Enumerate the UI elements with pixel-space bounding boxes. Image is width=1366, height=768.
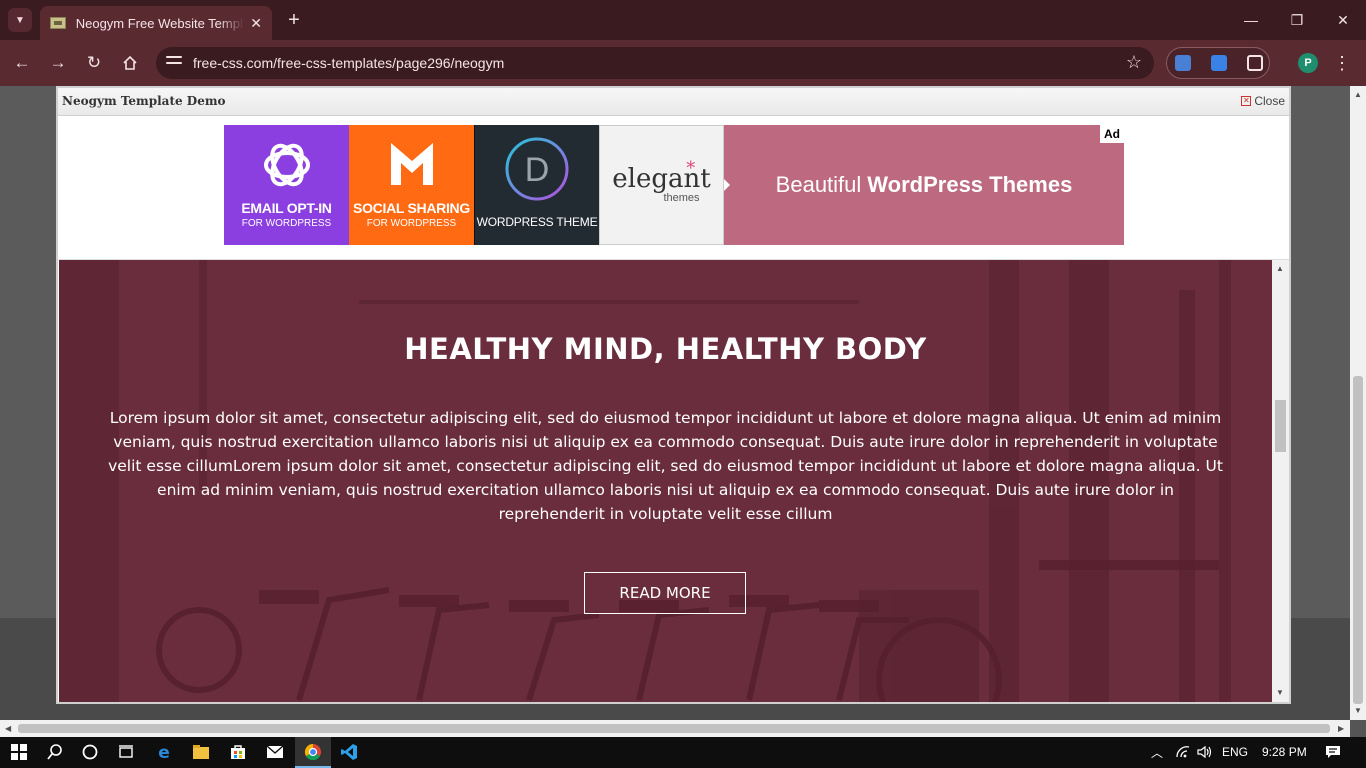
browser-tab[interactable]: Neogym Free Website Template ✕: [40, 6, 272, 40]
ad-tile-social-sharing[interactable]: SOCIAL SHARING FOR WORDPRESS: [349, 125, 474, 245]
ad-tile1-heading: EMAIL OPT-IN: [241, 200, 332, 216]
site-favicon-icon: [50, 17, 66, 29]
modal-title: Neogym Template Demo: [62, 94, 226, 108]
modal-vertical-scrollbar[interactable]: ▲ ▼: [1272, 260, 1289, 702]
windows-start-icon[interactable]: [8, 741, 30, 763]
ad-tile2-heading: SOCIAL SHARING: [353, 200, 470, 216]
ad-tile2-sub: FOR WORDPRESS: [366, 218, 457, 229]
notifications-icon[interactable]: [1322, 741, 1344, 763]
svg-text:D: D: [525, 151, 550, 189]
site-info-icon[interactable]: [166, 56, 182, 70]
svg-text:e: e: [158, 743, 170, 761]
chevron-down-icon: ▼: [15, 14, 25, 26]
ad-tile3-heading: WORDPRESS THEME: [476, 215, 598, 229]
back-button[interactable]: ←: [10, 51, 34, 75]
tray-chevron-up-icon[interactable]: ︿: [1146, 741, 1168, 763]
chrome-icon[interactable]: [302, 741, 324, 763]
address-bar[interactable]: free-css.com/free-css-templates/page296/…: [156, 47, 1154, 79]
scroll-left-arrow-icon[interactable]: ◀: [5, 724, 11, 733]
language-indicator[interactable]: ENG: [1222, 745, 1248, 759]
puzzle-extensions-icon[interactable]: [1247, 55, 1263, 71]
template-demo-modal: Neogym Template Demo ✕ Close EMAIL OPT-I…: [56, 86, 1291, 704]
windows-taskbar: e ︿ ENG 9:28 PM: [0, 737, 1366, 768]
modal-header: Neogym Template Demo ✕ Close: [58, 88, 1289, 116]
ad-badge[interactable]: Ad: [1100, 125, 1124, 143]
ad-tile1-sub: FOR WORDPRESS: [241, 218, 332, 229]
docs-extension-icon[interactable]: [1211, 55, 1227, 71]
ad-tile-elegant-logo[interactable]: elegant * themes: [599, 125, 724, 245]
reload-button[interactable]: ↻: [82, 51, 106, 75]
home-button[interactable]: [118, 51, 142, 75]
scroll-right-arrow-icon[interactable]: ▶: [1338, 724, 1344, 733]
divi-d-icon: D: [505, 137, 569, 201]
more-menu-icon[interactable]: ⋮: [1332, 53, 1352, 73]
ad-main-bold: WordPress Themes: [867, 172, 1073, 197]
bookmark-star-icon[interactable]: ☆: [1126, 52, 1142, 73]
clock-time[interactable]: 9:28 PM: [1262, 745, 1307, 759]
cortana-icon[interactable]: [79, 741, 101, 763]
page-hscroll-thumb[interactable]: [18, 724, 1330, 733]
ad-main-banner[interactable]: Beautiful WordPress Themes Ad: [724, 125, 1124, 245]
elegant-brand-word: elegant: [612, 164, 711, 194]
ad-tile-email-optin[interactable]: EMAIL OPT-IN FOR WORDPRESS: [224, 125, 349, 245]
vscode-icon[interactable]: [338, 741, 360, 763]
scroll-down-arrow-icon[interactable]: ▼: [1354, 706, 1362, 715]
page-scroll-thumb[interactable]: [1353, 376, 1363, 704]
hero-body-text: Lorem ipsum dolor sit amet, consectetur …: [108, 409, 1223, 523]
hero-title: HEALTHY MIND, HEALTHY BODY: [404, 332, 927, 366]
profile-avatar[interactable]: P: [1298, 53, 1318, 73]
tab-search-button[interactable]: ▼: [8, 8, 32, 32]
mail-icon[interactable]: [264, 741, 286, 763]
asterisk-icon: *: [686, 158, 696, 179]
modal-close-button[interactable]: ✕ Close: [1241, 94, 1285, 108]
new-tab-button[interactable]: +: [282, 8, 306, 32]
tab-close-icon[interactable]: ✕: [250, 15, 262, 32]
page-vertical-scrollbar[interactable]: ▲ ▼: [1350, 86, 1366, 720]
minimize-button[interactable]: —: [1228, 0, 1274, 40]
volume-icon[interactable]: [1194, 741, 1216, 763]
forward-button[interactable]: →: [46, 51, 70, 75]
elegant-themes-ad[interactable]: EMAIL OPT-IN FOR WORDPRESS SOCIAL SHARIN…: [224, 125, 1124, 245]
hero-section: HEALTHY MIND, HEALTHY BODY Lorem ipsum d…: [59, 260, 1272, 702]
modal-scroll-down-icon[interactable]: ▼: [1276, 688, 1284, 697]
window-close-button[interactable]: ✕: [1320, 0, 1366, 40]
restore-button[interactable]: ❐: [1274, 0, 1320, 40]
store-icon[interactable]: [227, 741, 249, 763]
task-view-icon[interactable]: [115, 741, 137, 763]
modal-close-label[interactable]: Close: [1254, 94, 1285, 108]
scroll-up-arrow-icon[interactable]: ▲: [1354, 90, 1362, 99]
extensions-group: [1166, 47, 1270, 79]
wifi-icon[interactable]: [1172, 741, 1194, 763]
read-more-button[interactable]: READ MORE: [584, 572, 746, 614]
windows-logo-icon: [11, 744, 27, 760]
tab-title: Neogym Free Website Template: [75, 15, 245, 31]
ad-tile-divi-theme[interactable]: D WORDPRESS THEME: [474, 125, 599, 245]
search-icon[interactable]: [44, 741, 66, 763]
modal-scroll-up-icon[interactable]: ▲: [1276, 264, 1284, 273]
ad-area: EMAIL OPT-IN FOR WORDPRESS SOCIAL SHARIN…: [58, 117, 1289, 260]
url-text[interactable]: free-css.com/free-css-templates/page296/…: [193, 55, 504, 71]
page-horizontal-scrollbar[interactable]: ◀ ▶: [0, 720, 1350, 737]
browser-toolbar: ← → ↻ free-css.com/free-css-templates/pa…: [0, 40, 1366, 86]
translate-extension-icon[interactable]: [1175, 55, 1191, 71]
ad-main-prefix: Beautiful: [775, 172, 862, 197]
monarch-m-icon: [391, 143, 433, 185]
home-icon: [123, 55, 137, 70]
close-icon[interactable]: ✕: [1241, 96, 1252, 106]
edge-icon[interactable]: e: [153, 741, 175, 763]
bloom-flower-icon: [264, 143, 310, 187]
file-explorer-icon[interactable]: [190, 741, 212, 763]
modal-scroll-thumb[interactable]: [1275, 400, 1286, 452]
elegant-brand-text: elegant *: [612, 158, 711, 194]
tab-strip: ▼ Neogym Free Website Template ✕ + — ❐ ✕: [0, 0, 1366, 40]
